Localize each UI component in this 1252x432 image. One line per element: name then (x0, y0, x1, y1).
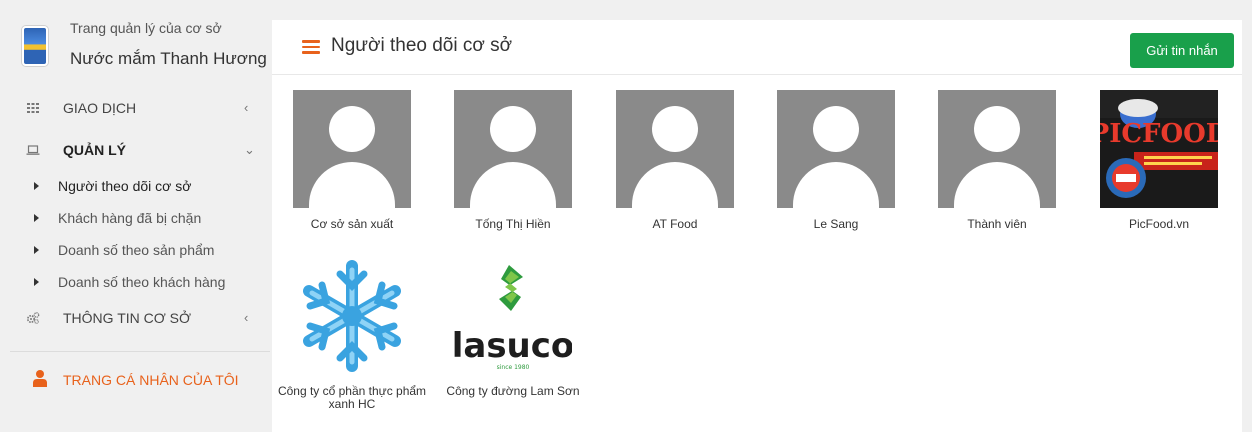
follower-card[interactable]: AT Food (595, 90, 755, 260)
caret-right-icon (34, 182, 39, 190)
follower-name[interactable]: Thành viên (917, 218, 1077, 231)
brand-subtitle: Trang quản lý của cơ sở (70, 20, 222, 36)
store-logo (22, 26, 48, 66)
lasuco-logo-icon[interactable]: lasuco since 1980 (454, 257, 572, 375)
caret-right-icon (34, 214, 39, 222)
menu-item-label: THÔNG TIN CƠ SỞ (63, 310, 191, 326)
submenu-item-blocked-customers[interactable]: Khách hàng đã bị chặn (0, 204, 270, 234)
chevron-down-icon: ⌄ (244, 142, 255, 157)
submenu-item-label: Doanh số theo sản phẩm (58, 242, 215, 258)
send-message-button[interactable]: Gửi tin nhắn (1130, 33, 1234, 68)
follower-card[interactable]: Tống Thị Hiền (433, 90, 593, 260)
follower-card[interactable]: lasuco since 1980 Công ty đường Lam Sơn (433, 257, 593, 427)
cogs-icon (26, 312, 40, 324)
menu-item-quan-ly[interactable]: QUẢN LÝ ⌄ (0, 134, 270, 168)
sidebar-divider (10, 351, 270, 352)
default-avatar-icon[interactable] (938, 90, 1056, 208)
follower-name[interactable]: PicFood.vn (1079, 218, 1239, 231)
snowflake-logo-icon[interactable] (293, 257, 411, 375)
laptop-icon (26, 145, 40, 155)
caret-right-icon (34, 246, 39, 254)
main-panel: Người theo dõi cơ sở Gửi tin nhắn Cơ sở … (272, 20, 1242, 432)
follower-card[interactable]: Le Sang (756, 90, 916, 260)
hamburger-menu-icon[interactable] (302, 40, 320, 54)
follower-card[interactable]: Thành viên (917, 90, 1077, 260)
default-avatar-icon[interactable] (777, 90, 895, 208)
follower-card[interactable]: Cơ sở sản xuất (272, 90, 432, 260)
submenu-item-sales-by-product[interactable]: Doanh số theo sản phẩm (0, 236, 270, 266)
menu-item-thong-tin-co-so[interactable]: THÔNG TIN CƠ SỞ ‹ (0, 302, 270, 336)
brand: Trang quản lý của cơ sở Nước mắm Thanh H… (14, 18, 270, 78)
grid-icon (27, 103, 39, 113)
menu-item-giao-dich[interactable]: GIAO DỊCH ‹ (0, 92, 270, 126)
svg-text:PICFOOD: PICFOOD (1100, 119, 1218, 149)
follower-name[interactable]: Công ty đường Lam Sơn (433, 385, 593, 398)
store-name[interactable]: Nước mắm Thanh Hương (70, 49, 267, 69)
caret-right-icon (34, 278, 39, 286)
my-profile-label: TRANG CÁ NHÂN CỦA TÔI (63, 372, 239, 388)
menu-item-label: GIAO DỊCH (63, 100, 137, 116)
follower-card[interactable]: Công ty cổ phần thực phẩm xanh HC (272, 257, 432, 427)
submenu-item-followers[interactable]: Người theo dõi cơ sở (0, 172, 270, 202)
chevron-left-icon: ‹ (244, 310, 249, 325)
svg-text:lasuco: lasuco (454, 326, 572, 366)
default-avatar-icon[interactable] (293, 90, 411, 208)
submenu-item-label: Người theo dõi cơ sở (58, 178, 192, 194)
follower-name[interactable]: Le Sang (756, 218, 916, 231)
picfood-logo-icon[interactable]: PICFOOD (1100, 90, 1218, 208)
default-avatar-icon[interactable] (616, 90, 734, 208)
submenu-item-label: Doanh số theo khách hàng (58, 274, 226, 290)
my-profile-link[interactable]: TRANG CÁ NHÂN CỦA TÔI (0, 366, 270, 396)
user-icon (33, 370, 47, 387)
submenu-item-sales-by-customer[interactable]: Doanh số theo khách hàng (0, 268, 270, 298)
chevron-left-icon: ‹ (244, 100, 249, 115)
follower-card[interactable]: PICFOOD PicFood.vn (1079, 90, 1239, 260)
page-title: Người theo dõi cơ sở (331, 35, 513, 56)
follower-name[interactable]: AT Food (595, 218, 755, 231)
follower-name[interactable]: Cơ sở sản xuất (272, 218, 432, 231)
follower-name[interactable]: Tống Thị Hiền (433, 218, 593, 231)
menu-item-label: QUẢN LÝ (63, 142, 126, 158)
svg-text:since 1980: since 1980 (497, 364, 530, 371)
follower-name[interactable]: Công ty cổ phần thực phẩm xanh HC (272, 385, 432, 411)
submenu-item-label: Khách hàng đã bị chặn (58, 210, 202, 226)
panel-header: Người theo dõi cơ sở Gửi tin nhắn (272, 20, 1242, 75)
sidebar: Trang quản lý của cơ sở Nước mắm Thanh H… (0, 0, 270, 432)
default-avatar-icon[interactable] (454, 90, 572, 208)
